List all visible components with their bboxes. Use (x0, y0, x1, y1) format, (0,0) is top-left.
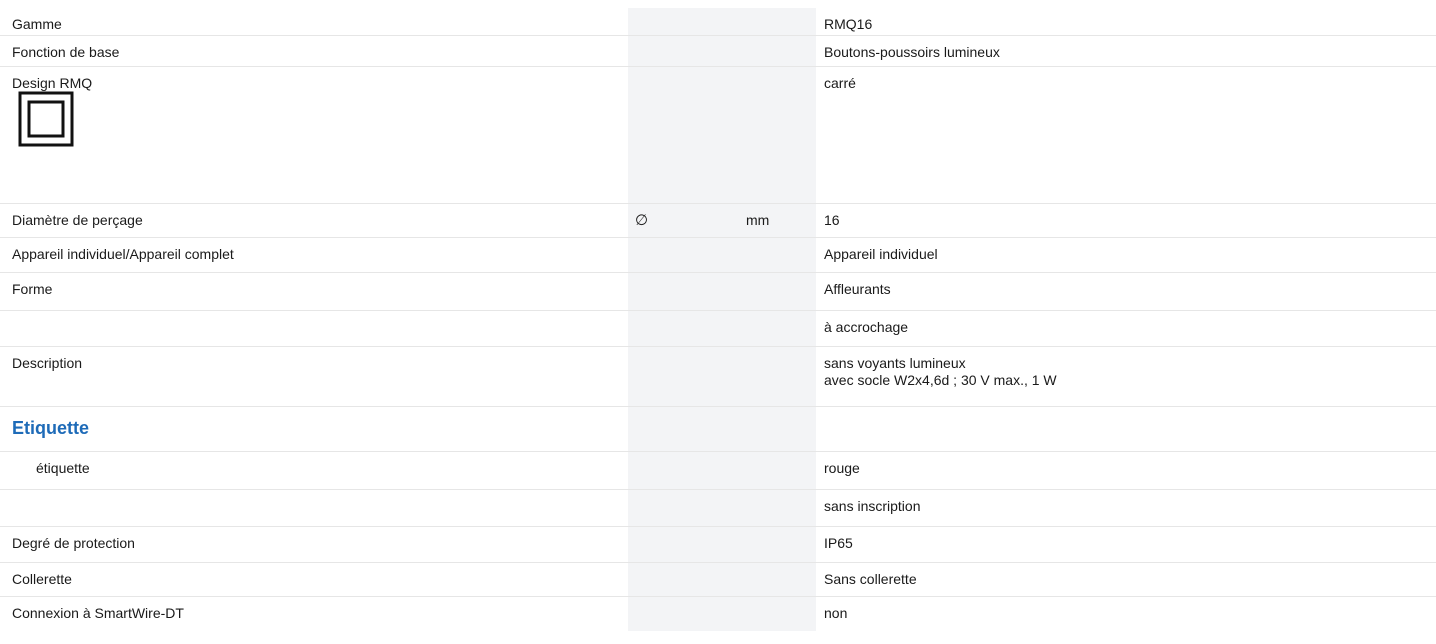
spec-row-forme-2: à accrochage (0, 311, 1436, 347)
spec-row-fonction: Fonction de base Boutons-poussoirs lumin… (0, 36, 1436, 67)
spec-value: à accrochage (824, 319, 909, 335)
spec-row-etiquette: étiquette rouge (0, 452, 1436, 490)
spec-label: Degré de protection (12, 535, 135, 551)
spec-value: 16 (824, 212, 840, 228)
spec-value-line1: sans voyants lumineux (824, 355, 966, 371)
spec-value: IP65 (824, 535, 853, 551)
spec-row-forme: Forme Affleurants (0, 273, 1436, 311)
spec-row-smartwire: Connexion à SmartWire-DT non (0, 597, 1436, 631)
spec-label: Collerette (12, 571, 72, 587)
spec-row-gamme: Gamme RMQ16 (0, 8, 1436, 36)
spec-row-protection: Degré de protection IP65 (0, 527, 1436, 563)
spec-label: Diamètre de perçage (12, 212, 143, 228)
spec-row-description: Description sans voyants lumineux avec s… (0, 347, 1436, 407)
spec-value-line2: avec socle W2x4,6d ; 30 V max., 1 W (824, 372, 1057, 388)
spec-value: non (824, 605, 848, 621)
spec-label: Appareil individuel/Appareil complet (12, 246, 234, 262)
spec-row-design: Design RMQ carré (0, 67, 1436, 204)
spec-value: carré (824, 75, 856, 91)
spec-label: étiquette (36, 460, 90, 476)
spec-row-appareil: Appareil individuel/Appareil complet App… (0, 238, 1436, 273)
spec-label: Connexion à SmartWire-DT (12, 605, 184, 621)
spec-value: RMQ16 (824, 16, 873, 32)
spec-row-collerette: Collerette Sans collerette (0, 563, 1436, 597)
square-design-icon (18, 91, 74, 147)
spec-value: sans inscription (824, 498, 921, 514)
spec-label: Design RMQ (12, 75, 93, 91)
spec-value: Boutons-poussoirs lumineux (824, 44, 1000, 60)
diameter-symbol: ∅ (635, 212, 649, 229)
spec-unit: mm (746, 212, 770, 228)
spec-value: Affleurants (824, 281, 891, 297)
spec-label: Description (12, 355, 83, 371)
section-header-etiquette: Etiquette (0, 407, 1436, 452)
spec-label: Fonction de base (12, 44, 120, 60)
spec-value: Appareil individuel (824, 246, 938, 262)
spec-row-inscription: sans inscription (0, 490, 1436, 527)
spec-row-diametre: Diamètre de perçage ∅ mm 16 (0, 204, 1436, 238)
spec-table: Gamme RMQ16 Fonction de base Boutons-pou… (0, 0, 1436, 631)
section-title: Etiquette (12, 418, 90, 438)
spec-value: rouge (824, 460, 860, 476)
spec-label: Gamme (12, 16, 62, 32)
spec-value: Sans collerette (824, 571, 917, 587)
spec-label: Forme (12, 281, 53, 297)
